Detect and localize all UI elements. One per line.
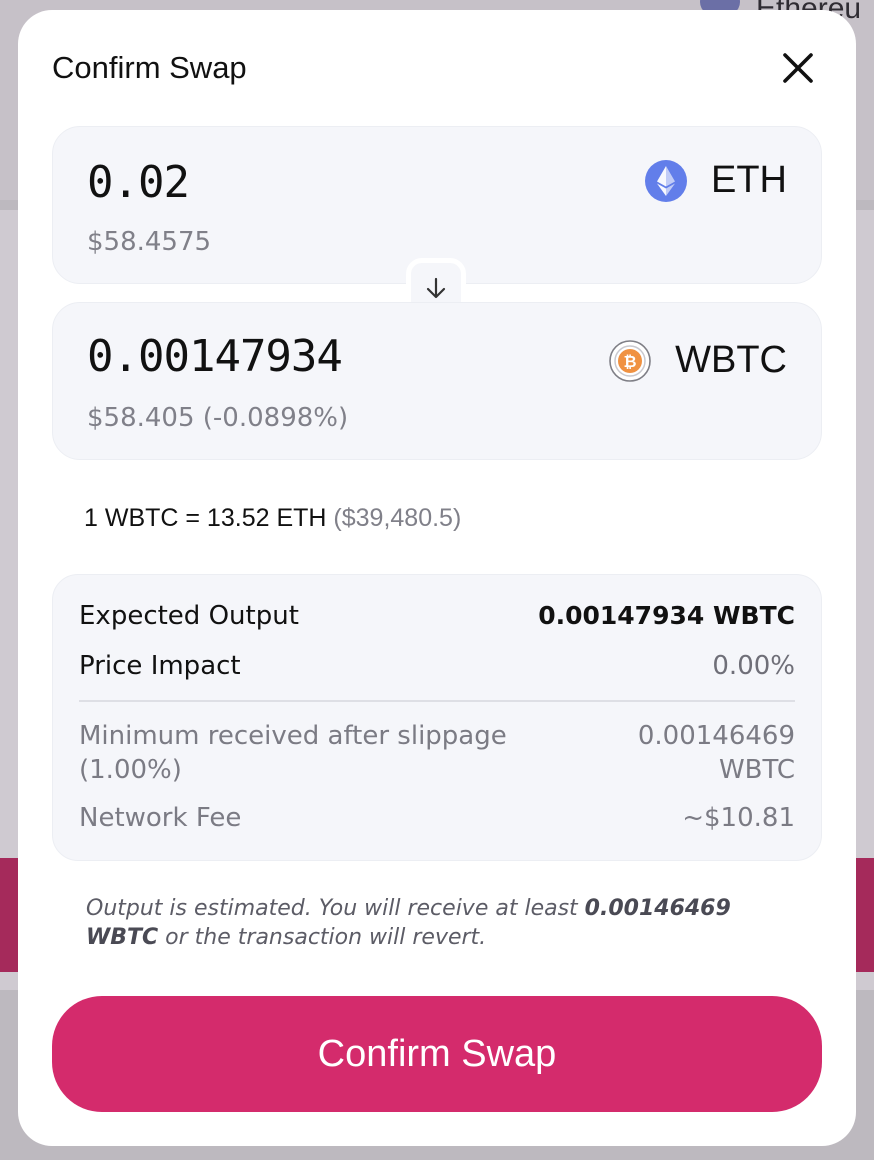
price-impact-row: Price Impact 0.00% (79, 651, 795, 681)
note-suffix: or the transaction will revert. (158, 925, 487, 950)
background-swap-button-right (856, 858, 874, 972)
to-token-selector[interactable]: ₿ WBTC (609, 339, 787, 382)
expected-output-value: 0.00147934 WBTC (538, 601, 795, 630)
to-token-symbol: WBTC (675, 339, 787, 381)
swap-details-panel: Expected Output 0.00147934 WBTC Price Im… (52, 574, 822, 861)
estimate-note: Output is estimated. You will receive at… (86, 894, 786, 952)
minimum-received-value: 0.00146469 WBTC (637, 721, 795, 785)
from-token-selector[interactable]: ETH (645, 159, 787, 202)
eth-icon (645, 159, 687, 202)
minimum-received-label: Minimum received after slippage (1.00%) (79, 721, 507, 785)
exchange-rate-usd: ($39,480.5) (333, 504, 462, 532)
to-amount: 0.00147934 (87, 331, 343, 382)
minimum-received-row: Minimum received after slippage (1.00%) … (79, 719, 795, 787)
close-icon (783, 53, 813, 83)
price-impact-label: Price Impact (79, 651, 241, 681)
expected-output-row: Expected Output 0.00147934 WBTC (79, 601, 795, 631)
background-swap-button-left (0, 858, 20, 972)
close-button[interactable] (778, 48, 818, 88)
from-usd-value: $58.4575 (87, 227, 212, 257)
to-usd-value: $58.405 (-0.0898%) (87, 403, 349, 433)
from-token-symbol: ETH (711, 159, 787, 201)
expected-output-label: Expected Output (79, 601, 299, 631)
from-amount: 0.02 (87, 157, 190, 208)
confirm-swap-button[interactable]: Confirm Swap (52, 996, 822, 1112)
network-fee-value: ~$10.81 (682, 803, 795, 833)
price-impact-value: 0.00% (712, 651, 795, 681)
details-divider (79, 700, 795, 702)
arrow-down-icon (426, 277, 446, 299)
confirm-swap-modal: Confirm Swap 0.02 $58.4575 ETH 0.0014793… (18, 10, 856, 1146)
svg-text:₿: ₿ (624, 352, 637, 371)
exchange-rate[interactable]: 1 WBTC = 13.52 ETH ($39,480.5) (84, 504, 461, 533)
to-token-panel: 0.00147934 $58.405 (-0.0898%) ₿ WBTC (52, 302, 822, 460)
exchange-rate-text: 1 WBTC = 13.52 ETH (84, 504, 327, 532)
network-fee-label: Network Fee (79, 803, 242, 833)
modal-title: Confirm Swap (52, 50, 247, 85)
network-fee-row: Network Fee ~$10.81 (79, 803, 795, 833)
wbtc-icon: ₿ (609, 339, 651, 382)
note-prefix: Output is estimated. You will receive at… (86, 896, 585, 921)
